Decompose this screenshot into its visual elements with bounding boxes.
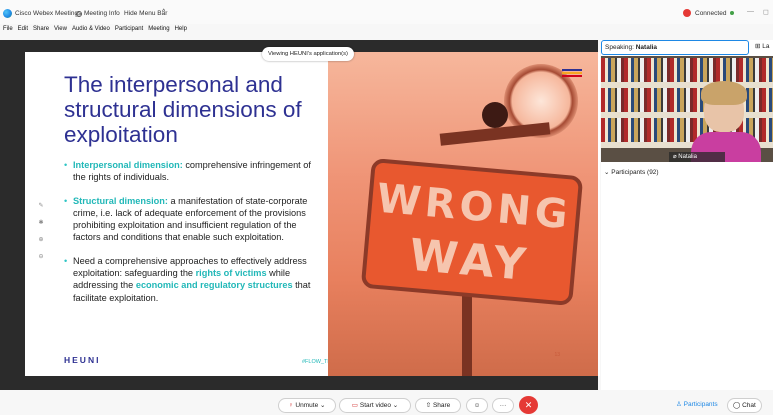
share-button[interactable]: ⇧ Share: [415, 398, 461, 413]
speaking-label: Speaking:: [605, 44, 634, 51]
unmute-label: Unmute: [295, 402, 319, 409]
share-icon: ⇧: [425, 402, 433, 409]
bookshelf-graphic: [601, 88, 773, 112]
participant-video[interactable]: [601, 56, 773, 162]
chat-icon: ◯: [733, 402, 743, 409]
zoom-out-icon[interactable]: ⊖: [38, 253, 43, 260]
bullet-approaches: Need a comprehensive approaches to effec…: [63, 255, 313, 304]
wrong-way-sign: WRONG WAY: [360, 158, 584, 306]
connection-status-label: Connected: [695, 9, 727, 17]
slide-title: The interpersonal and structural dimensi…: [64, 72, 302, 147]
minimize-icon[interactable]: —: [747, 8, 754, 15]
lamp-ball-graphic: [482, 102, 508, 128]
close-icon: ✕: [524, 400, 533, 410]
menu-participant[interactable]: Participant: [115, 26, 143, 37]
more-options-button[interactable]: ···: [492, 398, 514, 413]
reactions-button[interactable]: ☺: [466, 398, 488, 413]
meeting-info-button[interactable]: i Meeting Info: [76, 10, 120, 17]
hide-menu-bar-button[interactable]: Hide Menu Bar: [124, 10, 167, 17]
participants-icon: ♙: [676, 401, 684, 408]
start-video-label: Start video: [359, 402, 391, 409]
menu-help[interactable]: Help: [175, 26, 187, 37]
bookshelf-graphic: [601, 58, 773, 82]
mic-muted-icon: ♀: [288, 402, 294, 409]
menu-view[interactable]: View: [54, 26, 67, 37]
unmute-button[interactable]: ♀ Unmute ⌄: [278, 398, 336, 413]
chat-panel-button[interactable]: ◯ Chat: [727, 398, 762, 413]
viewing-banner: Viewing HEUNI's application(s): [262, 47, 354, 61]
chevron-down-icon[interactable]: ⌄: [393, 402, 398, 409]
layout-button[interactable]: ⊞ La: [755, 42, 770, 50]
menu-share[interactable]: Share: [33, 26, 49, 37]
video-off-icon: ▭: [351, 402, 358, 409]
video-name-label: Natalia: [678, 154, 697, 160]
layout-icon: ⊞: [755, 43, 761, 50]
chevron-up-icon[interactable]: ^: [162, 9, 165, 16]
chevron-down-icon[interactable]: ⌄: [320, 402, 325, 409]
sign-text-way: WAY: [407, 229, 532, 292]
menu-audio-video[interactable]: Audio & Video: [72, 26, 110, 37]
info-icon: i: [76, 10, 82, 17]
menu-edit[interactable]: Edit: [18, 26, 28, 37]
video-name-badge: ⌀ Natalia: [669, 152, 725, 162]
menu-meeting[interactable]: Meeting: [148, 26, 169, 37]
connected-indicator-icon: [730, 11, 735, 15]
menu-file[interactable]: File: [3, 26, 13, 37]
start-video-button[interactable]: ▭ Start video ⌄: [339, 398, 411, 413]
active-speaker-bar: Speaking: Natalia: [601, 40, 749, 55]
app-name: Cisco Webex Meetings: [15, 10, 82, 17]
status-dot-icon: [683, 9, 691, 17]
zoom-in-icon[interactable]: ⊕: [38, 236, 43, 243]
bullet-heading: Interpersonal dimension:: [73, 160, 183, 170]
webex-window: Cisco Webex Meetings i Meeting Info Hide…: [0, 0, 773, 415]
layout-label: La: [762, 43, 770, 50]
bullet-interpersonal: Interpersonal dimension: comprehensive i…: [63, 159, 313, 184]
bullet-highlight: rights of victims: [195, 268, 267, 279]
leave-meeting-button[interactable]: ✕: [519, 396, 538, 414]
participants-panel-button[interactable]: ♙ Participants: [676, 398, 718, 411]
meeting-info-label: Meeting Info: [84, 10, 120, 17]
restore-icon[interactable]: ◻: [763, 8, 769, 16]
speaking-name: Natalia: [635, 44, 658, 51]
eraser-tool-icon[interactable]: ✱: [38, 219, 43, 226]
bullet-highlight: economic and regulatory structures: [135, 280, 293, 291]
bullet-structural: Structural dimension: a manifestation of…: [63, 195, 313, 244]
pointer-tool-icon[interactable]: ✎: [38, 202, 43, 209]
wrong-way-photo: WRONG WAY 13: [328, 52, 598, 376]
menu-bar: File Edit Share View Audio & Video Parti…: [0, 26, 187, 37]
participants-count: Participants (92): [611, 169, 659, 176]
smiley-icon: ☺: [473, 402, 481, 409]
participants-section-header[interactable]: ⌄ Participants (92): [604, 168, 659, 176]
title-bar: Cisco Webex Meetings i Meeting Info Hide…: [0, 0, 773, 24]
chat-label: Chat: [742, 402, 756, 409]
flag-logo-icon: [562, 69, 582, 77]
share-label: Share: [432, 402, 451, 409]
participants-label: Participants: [683, 401, 718, 408]
connection-status[interactable]: Connected: [683, 9, 735, 17]
heuni-logo: HEUNI: [64, 355, 101, 365]
participant-hair: [701, 81, 747, 105]
annotation-toolbar: ✎ ✱ ⊕ ⊖: [36, 202, 46, 260]
slide-page-number: 13: [554, 352, 560, 358]
bullet-heading: Structural dimension:: [73, 195, 168, 206]
webex-logo-icon: [3, 9, 12, 18]
slide-bullets: Interpersonal dimension: comprehensive i…: [63, 159, 313, 315]
